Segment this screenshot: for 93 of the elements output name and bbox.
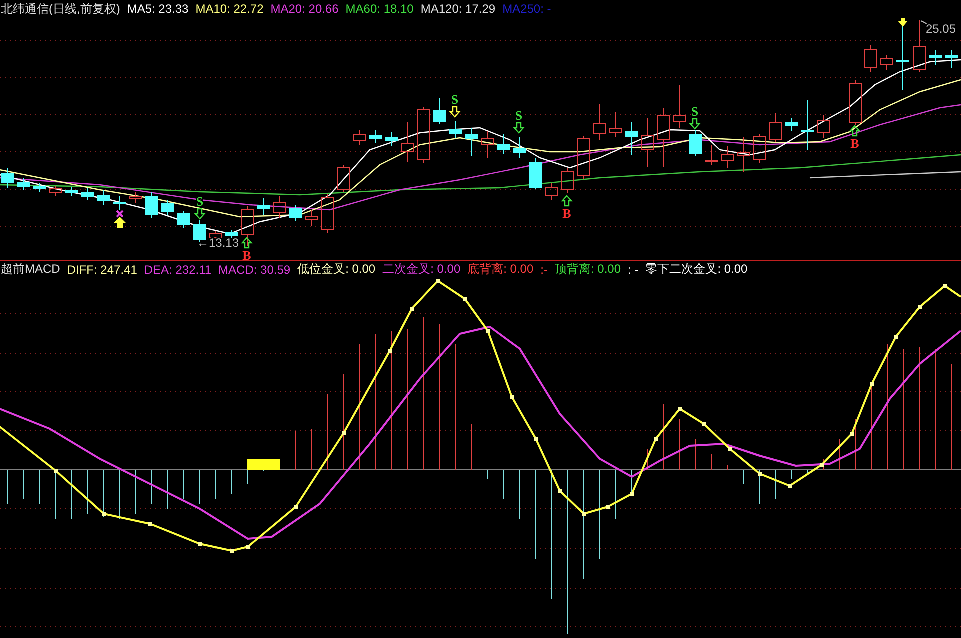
candlestick (674, 84, 686, 128)
indicator-value: DIFF: 247.41 (67, 262, 138, 276)
candlestick (850, 80, 862, 126)
signal-block (247, 459, 280, 470)
candlestick (946, 50, 958, 68)
chart-title: 北纬通信(日线,前复权) (1, 0, 120, 18)
candlestick (610, 112, 622, 138)
candlestick (98, 190, 110, 206)
candlestick (386, 132, 398, 146)
signal-label: S (451, 92, 459, 107)
signal-label: B (242, 248, 252, 260)
candlestick (626, 122, 638, 156)
candlestick (914, 20, 926, 72)
candlestick (754, 134, 766, 164)
candlestick (2, 168, 14, 188)
candlestick (130, 192, 142, 204)
cross-mark-icon (116, 210, 124, 218)
indicator-value: DEA: 232.11 (144, 262, 212, 276)
candlestick (114, 196, 126, 210)
price-label: 25.05 (926, 22, 956, 36)
candlestick (50, 186, 62, 196)
candlestick (402, 122, 414, 162)
candlestick (338, 164, 350, 192)
indicator-value: 二次金叉: 0.00 (382, 261, 461, 278)
candlestick (530, 158, 542, 190)
candlestick (642, 118, 654, 168)
candlestick (786, 118, 798, 132)
candlestick (706, 144, 718, 166)
candlestick (434, 98, 446, 124)
candlestick (306, 210, 318, 226)
indicator-value: MACD: 30.59 (218, 262, 291, 276)
signal-label: S (515, 108, 523, 123)
candlestick (354, 130, 366, 146)
up-arrow-icon (849, 125, 861, 137)
candlestick (290, 204, 302, 222)
indicator-value: 低位金叉: 0.00 (298, 261, 376, 278)
candlestick (802, 100, 814, 150)
down-arrow-icon (689, 118, 701, 130)
candlestick (722, 146, 734, 168)
indicator-value: MA60: 18.10 (346, 2, 414, 16)
candlestick (146, 192, 158, 218)
candlestick (66, 186, 78, 196)
up-arrow-icon (114, 217, 126, 228)
down-arrow-icon (898, 18, 908, 27)
down-arrow-icon (194, 208, 206, 220)
down-arrow-icon (449, 106, 461, 118)
indicator-value: :- (540, 262, 548, 276)
down-arrow-icon (513, 122, 525, 134)
signal-label: S (691, 104, 699, 119)
up-arrow-icon (561, 195, 573, 207)
candlestick (242, 206, 254, 246)
candlestick (594, 104, 606, 140)
signal-label: B (562, 206, 572, 221)
candlestick (162, 200, 174, 216)
candlestick (178, 210, 190, 228)
candlestick (578, 136, 590, 180)
candlestick (738, 136, 750, 172)
price-label: ←13.13 (197, 236, 240, 250)
chart-title: 超前MACD (1, 261, 60, 278)
candlestick (466, 128, 478, 156)
signal-label: B (850, 136, 860, 151)
indicator-value: MA5: 23.33 (127, 2, 189, 16)
candlestick (258, 198, 270, 216)
candlestick (498, 134, 510, 154)
indicator-value: MA20: 20.66 (270, 2, 339, 16)
indicator-value: MA250: - (502, 2, 552, 16)
indicator-value: MA120: 17.29 (420, 2, 496, 16)
candlestick (322, 194, 334, 234)
candlestick (562, 168, 574, 194)
indicator-value: 顶背离: 0.00 (555, 261, 622, 278)
candlestick (274, 196, 286, 218)
indicator-value: : - (628, 262, 639, 276)
candlestick (370, 130, 382, 144)
candlestick (546, 182, 558, 200)
indicator-value: MA10: 22.72 (196, 2, 264, 16)
candlestick (82, 188, 94, 200)
candlestick (690, 130, 702, 156)
candlestick (658, 108, 670, 168)
candlestick (450, 120, 462, 138)
candlestick (818, 114, 830, 138)
candlestick (514, 136, 526, 158)
candlestick (770, 112, 782, 142)
candlestick (864, 44, 878, 72)
indicator-value: 零下二次金叉: 0.00 (646, 261, 748, 278)
candlestick (880, 54, 894, 70)
candlestick (930, 50, 942, 66)
candlestick (482, 130, 494, 158)
up-arrow-icon (241, 237, 253, 249)
candlestick (18, 178, 30, 190)
candlestick (226, 230, 238, 238)
indicator-value: 底背离: 0.00 (468, 261, 534, 278)
candlestick (34, 182, 46, 192)
candlestick (418, 106, 430, 164)
